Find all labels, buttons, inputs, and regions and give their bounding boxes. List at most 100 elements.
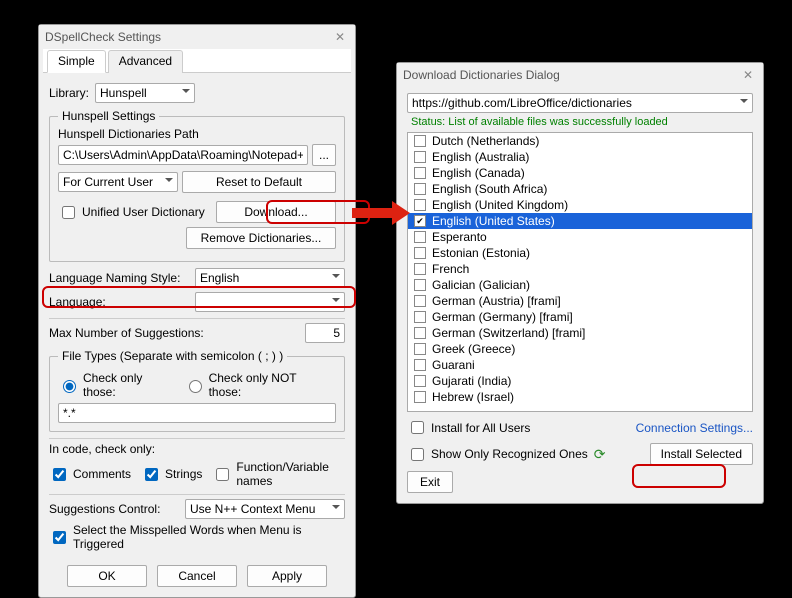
list-item[interactable]: German (Germany) [frami] bbox=[408, 309, 752, 325]
list-item[interactable]: Estonian (Estonia) bbox=[408, 245, 752, 261]
status-text: Status: List of available files was succ… bbox=[411, 116, 753, 128]
list-item[interactable]: Guarani bbox=[408, 357, 752, 373]
hunspell-legend: Hunspell Settings bbox=[58, 109, 159, 123]
install-all-checkbox[interactable]: Install for All Users bbox=[407, 418, 530, 437]
settings-window: DSpellCheck Settings ✕ Simple Advanced L… bbox=[38, 24, 356, 598]
browse-button[interactable]: ... bbox=[312, 144, 336, 166]
checkbox-icon[interactable] bbox=[414, 199, 426, 211]
list-item[interactable]: Hebrew (Israel) bbox=[408, 389, 752, 405]
checkbox-icon[interactable] bbox=[414, 375, 426, 387]
list-item[interactable]: English (United Kingdom) bbox=[408, 197, 752, 213]
install-selected-button[interactable]: Install Selected bbox=[650, 443, 753, 465]
url-select[interactable]: https://github.com/LibreOffice/dictionar… bbox=[407, 93, 753, 113]
list-item[interactable]: English (Canada) bbox=[408, 165, 752, 181]
list-item[interactable]: Dutch (Netherlands) bbox=[408, 133, 752, 149]
list-item-label: German (Switzerland) [frami] bbox=[432, 326, 585, 340]
list-item-label: Galician (Galician) bbox=[432, 278, 530, 292]
checkbox-icon[interactable] bbox=[414, 151, 426, 163]
settings-tabs: Simple Advanced bbox=[43, 49, 351, 73]
for-user-select[interactable]: For Current User bbox=[58, 172, 178, 192]
cancel-button[interactable]: Cancel bbox=[157, 565, 237, 587]
ok-button[interactable]: OK bbox=[67, 565, 147, 587]
list-item[interactable]: German (Switzerland) [frami] bbox=[408, 325, 752, 341]
tab-advanced[interactable]: Advanced bbox=[108, 50, 183, 73]
library-label: Library: bbox=[49, 86, 89, 100]
checkbox-icon[interactable] bbox=[414, 231, 426, 243]
dictionary-list[interactable]: Dutch (Netherlands) English (Australia) En… bbox=[407, 132, 753, 412]
code-check-label: In code, check only: bbox=[49, 442, 345, 456]
settings-title: DSpellCheck Settings bbox=[45, 30, 161, 44]
list-item-label: Hebrew (Israel) bbox=[432, 390, 514, 404]
checkbox-icon[interactable] bbox=[414, 311, 426, 323]
close-icon[interactable]: ✕ bbox=[739, 66, 757, 84]
max-sugg-label: Max Number of Suggestions: bbox=[49, 326, 299, 340]
sugg-control-label: Suggestions Control: bbox=[49, 502, 179, 516]
list-item[interactable]: Greek (Greece) bbox=[408, 341, 752, 357]
refresh-icon[interactable]: ⟳ bbox=[594, 446, 606, 463]
remove-dict-button[interactable]: Remove Dictionaries... bbox=[186, 227, 336, 249]
list-item-label: Gujarati (India) bbox=[432, 374, 511, 388]
list-item-label: English (South Africa) bbox=[432, 182, 547, 196]
list-item-label: Greek (Greece) bbox=[432, 342, 515, 356]
list-item[interactable]: German (Austria) [frami] bbox=[408, 293, 752, 309]
checkbox-icon[interactable] bbox=[414, 295, 426, 307]
checkbox-icon[interactable] bbox=[414, 359, 426, 371]
checkbox-icon[interactable] bbox=[414, 135, 426, 147]
settings-titlebar[interactable]: DSpellCheck Settings ✕ bbox=[39, 25, 355, 49]
language-label: Language: bbox=[49, 295, 189, 309]
list-item[interactable]: ✔ English (United States) bbox=[408, 213, 752, 229]
funcvar-checkbox[interactable]: Function/Variable names bbox=[212, 460, 345, 488]
filetypes-legend: File Types (Separate with semicolon ( ; … bbox=[58, 349, 287, 363]
list-item-label: French bbox=[432, 262, 469, 276]
download-title: Download Dictionaries Dialog bbox=[403, 68, 560, 82]
list-item-label: Guarani bbox=[432, 358, 475, 372]
strings-checkbox[interactable]: Strings bbox=[141, 465, 202, 484]
language-select[interactable] bbox=[195, 292, 345, 312]
reset-default-button[interactable]: Reset to Default bbox=[182, 171, 336, 193]
show-only-checkbox[interactable]: Show Only Recognized Ones bbox=[407, 445, 588, 464]
hunspell-fieldset: Hunspell Settings Hunspell Dictionaries … bbox=[49, 109, 345, 262]
checkbox-icon[interactable] bbox=[414, 391, 426, 403]
checkbox-icon[interactable] bbox=[414, 183, 426, 195]
library-select[interactable]: Hunspell bbox=[95, 83, 195, 103]
dict-path-input[interactable] bbox=[58, 145, 308, 165]
checkbox-icon[interactable] bbox=[414, 247, 426, 259]
comments-checkbox[interactable]: Comments bbox=[49, 465, 131, 484]
download-titlebar[interactable]: Download Dictionaries Dialog ✕ bbox=[397, 63, 763, 87]
list-item-label: English (United States) bbox=[432, 214, 555, 228]
list-item-label: English (Canada) bbox=[432, 166, 525, 180]
list-item-label: German (Germany) [frami] bbox=[432, 310, 573, 324]
list-item[interactable]: French bbox=[408, 261, 752, 277]
apply-button[interactable]: Apply bbox=[247, 565, 327, 587]
download-window: Download Dictionaries Dialog ✕ https://g… bbox=[396, 62, 764, 504]
checkbox-icon[interactable] bbox=[414, 167, 426, 179]
max-sugg-input[interactable] bbox=[305, 323, 345, 343]
list-item[interactable]: Gujarati (India) bbox=[408, 373, 752, 389]
check-not-radio[interactable]: Check only NOT those: bbox=[184, 371, 324, 399]
list-item-label: English (Australia) bbox=[432, 150, 529, 164]
download-button[interactable]: Download... bbox=[216, 201, 336, 223]
list-item-label: German (Austria) [frami] bbox=[432, 294, 561, 308]
list-item-label: Dutch (Netherlands) bbox=[432, 134, 539, 148]
sugg-control-select[interactable]: Use N++ Context Menu bbox=[185, 499, 345, 519]
checkbox-icon[interactable] bbox=[414, 327, 426, 339]
list-item[interactable]: Galician (Galician) bbox=[408, 277, 752, 293]
list-item-label: English (United Kingdom) bbox=[432, 198, 568, 212]
connection-settings-link[interactable]: Connection Settings... bbox=[636, 421, 753, 435]
tab-simple[interactable]: Simple bbox=[47, 50, 106, 73]
checkbox-icon[interactable] bbox=[414, 279, 426, 291]
filetypes-input[interactable] bbox=[58, 403, 336, 423]
unified-dict-checkbox[interactable]: Unified User Dictionary bbox=[58, 203, 205, 222]
checkbox-icon[interactable] bbox=[414, 263, 426, 275]
checkbox-icon[interactable] bbox=[414, 343, 426, 355]
list-item[interactable]: English (Australia) bbox=[408, 149, 752, 165]
exit-button[interactable]: Exit bbox=[407, 471, 453, 493]
select-misspelled-checkbox[interactable]: Select the Misspelled Words when Menu is… bbox=[49, 523, 345, 551]
checkbox-icon[interactable]: ✔ bbox=[414, 215, 426, 227]
close-icon[interactable]: ✕ bbox=[331, 28, 349, 46]
lang-style-select[interactable]: English bbox=[195, 268, 345, 288]
list-item[interactable]: Esperanto bbox=[408, 229, 752, 245]
dict-path-label: Hunspell Dictionaries Path bbox=[58, 127, 336, 141]
list-item[interactable]: English (South Africa) bbox=[408, 181, 752, 197]
check-only-radio[interactable]: Check only those: bbox=[58, 371, 172, 399]
